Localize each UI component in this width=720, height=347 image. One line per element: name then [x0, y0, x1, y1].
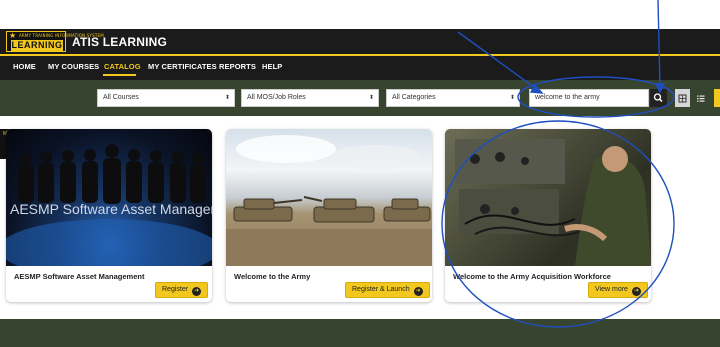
grid-view-button[interactable]: [675, 89, 690, 107]
list-view-button[interactable]: [694, 89, 708, 107]
view-more-button[interactable]: View more ➜: [588, 282, 648, 298]
mos-select[interactable]: All MOS/Job Roles ⬍: [241, 89, 379, 107]
logo-wordmark: LEARNING: [11, 40, 63, 51]
course-thumbnail: [445, 129, 651, 266]
nav-my-certificates[interactable]: MY CERTIFICATES: [148, 62, 217, 71]
arrow-right-icon: ➜: [192, 287, 202, 296]
course-card-welcome-army[interactable]: Welcome to the Army Register & Launch ➜: [226, 129, 432, 302]
course-title[interactable]: AESMP Software Asset Management: [14, 272, 144, 281]
course-thumbnail: [226, 129, 432, 266]
course-title[interactable]: Welcome to the Army Acquisition Workforc…: [453, 272, 611, 281]
search-icon: [653, 93, 663, 103]
thumbnail-overlay-text: AESMP Software Asset Management: [10, 201, 212, 217]
footer-bar: [0, 319, 720, 347]
arrow-right-icon: ➜: [413, 287, 423, 296]
categories-select-value: All Categories: [392, 94, 436, 101]
updown-arrow-icon: ⬍: [509, 95, 515, 101]
active-tab-indicator: [103, 74, 136, 76]
tanks-image: [226, 135, 432, 266]
nav-help[interactable]: HELP: [262, 62, 282, 71]
nav-home[interactable]: HOME: [13, 62, 36, 71]
page-root: ★ ARMY TRAINING INFORMATION SYSTEM LEARN…: [0, 0, 720, 347]
soldier-equipment-image: [455, 139, 651, 266]
categories-select[interactable]: All Categories ⬍: [386, 89, 520, 107]
mos-select-value: All MOS/Job Roles: [247, 94, 306, 101]
nav-catalog[interactable]: CATALOG: [104, 62, 141, 71]
app-title: ATIS LEARNING: [72, 35, 168, 49]
search-button[interactable]: [650, 89, 667, 107]
course-card-aesmp[interactable]: AESMP Software Asset Management AESMP So…: [6, 129, 212, 302]
search-input[interactable]: welcome to the army: [529, 89, 649, 107]
star-icon: ★: [9, 31, 17, 40]
yellow-edge-button[interactable]: [714, 89, 720, 107]
list-view-icon: [697, 95, 705, 102]
register-button-label: Register: [162, 286, 189, 293]
course-card-acquisition-workforce[interactable]: Welcome to the Army Acquisition Workforc…: [445, 129, 651, 302]
register-launch-button-label: Register & Launch: [352, 286, 410, 293]
courses-select[interactable]: All Courses ⬍: [97, 89, 235, 107]
course-title[interactable]: Welcome to the Army: [234, 272, 310, 281]
arrow-right-icon: ➜: [631, 287, 641, 296]
register-launch-button[interactable]: Register & Launch ➜: [345, 282, 430, 298]
atis-logo[interactable]: ★ ARMY TRAINING INFORMATION SYSTEM LEARN…: [6, 31, 104, 52]
course-thumbnail: AESMP Software Asset Management: [6, 129, 212, 279]
courses-select-value: All Courses: [103, 94, 139, 101]
nav-reports[interactable]: REPORTS: [219, 62, 256, 71]
register-button[interactable]: Register ➜: [155, 282, 209, 298]
grid-view-icon: [678, 94, 687, 103]
view-more-button-label: View more: [595, 286, 628, 293]
nav-my-courses[interactable]: MY COURSES: [48, 62, 99, 71]
updown-arrow-icon: ⬍: [224, 95, 230, 101]
updown-arrow-icon: ⬍: [368, 95, 374, 101]
people-group-image: [6, 144, 212, 279]
